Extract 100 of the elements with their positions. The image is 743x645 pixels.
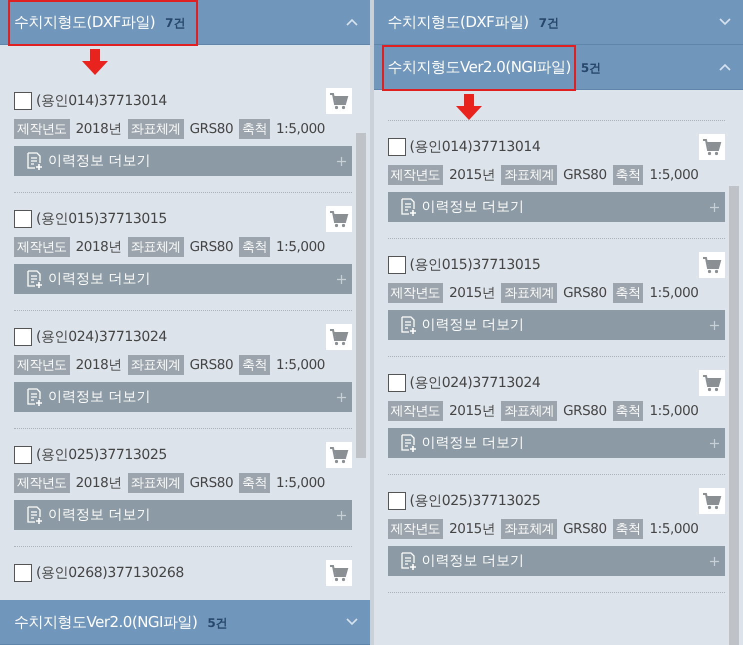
cart-button[interactable] — [326, 442, 352, 468]
document-icon — [400, 198, 416, 216]
history-more-button[interactable]: 이력정보 더보기 — [14, 500, 352, 530]
section-title: 수치지형도Ver2.0(NGI파일) — [14, 612, 198, 632]
meta-label: 제작년도 — [14, 473, 70, 493]
cart-button[interactable] — [326, 88, 352, 114]
checkbox[interactable] — [388, 492, 406, 510]
document-icon — [400, 316, 416, 334]
history-more-button[interactable]: 이력정보 더보기 — [388, 428, 725, 458]
section-title: 수치지형도(DXF파일) — [388, 12, 529, 32]
history-more-button[interactable]: 이력정보 더보기 — [14, 146, 352, 176]
checkbox[interactable] — [14, 92, 32, 110]
accordion-header[interactable]: 수치지형도(DXF파일) 7건 — [374, 0, 743, 45]
scrollbar[interactable] — [356, 133, 366, 458]
document-icon — [26, 388, 42, 406]
meta-value: GRS80 — [190, 475, 234, 491]
checkbox[interactable] — [14, 446, 32, 464]
plus-icon — [710, 556, 719, 566]
checkbox[interactable] — [388, 138, 406, 156]
item-title: (용인015)37713015 — [410, 256, 542, 274]
item-title: (용인025)37713025 — [410, 492, 542, 510]
section-title: 수치지형도(DXF파일) — [14, 12, 156, 32]
meta-value: GRS80 — [563, 403, 607, 419]
meta-value: 1:5,000 — [276, 357, 325, 373]
accordion-header[interactable]: 수치지형도Ver2.0(NGI파일) 5건 — [374, 45, 743, 90]
checkbox[interactable] — [14, 564, 32, 582]
history-more-button[interactable]: 이력정보 더보기 — [14, 382, 352, 412]
item-title: (용인025)37713025 — [36, 446, 168, 464]
accordion-header[interactable]: 수치지형도Ver2.0(NGI파일) 5건 — [0, 600, 370, 645]
cart-button[interactable] — [326, 206, 352, 232]
meta-label: 좌표체계 — [501, 165, 558, 185]
meta-label: 좌표체계 — [501, 283, 558, 303]
meta-label: 축척 — [239, 355, 270, 375]
meta-label: 제작년도 — [388, 283, 444, 303]
history-more-button[interactable]: 이력정보 더보기 — [14, 264, 352, 294]
cart-button[interactable] — [326, 324, 352, 350]
chevron-icon — [346, 618, 358, 626]
meta-label: 제작년도 — [388, 519, 444, 539]
cart-button[interactable] — [699, 370, 725, 396]
item-count: 7건 — [165, 14, 186, 32]
document-icon — [400, 434, 416, 452]
chevron-icon — [719, 18, 731, 26]
meta-value: 1:5,000 — [649, 403, 698, 419]
meta-value: 1:5,000 — [276, 121, 325, 137]
plus-icon — [710, 320, 719, 330]
meta-value: 2015년 — [449, 284, 496, 302]
cart-button[interactable] — [699, 488, 725, 514]
meta-value: 2018년 — [76, 474, 122, 492]
scrollbar[interactable] — [729, 186, 739, 645]
meta-label: 제작년도 — [14, 355, 70, 375]
meta-label: 좌표체계 — [501, 401, 558, 421]
meta-label: 좌표체계 — [128, 473, 184, 493]
meta-value: 2018년 — [76, 238, 122, 256]
document-icon — [26, 506, 42, 524]
meta-label: 축척 — [239, 237, 270, 257]
arrow-icon — [82, 49, 108, 75]
chevron-icon — [346, 18, 358, 26]
item-title: (용인014)37713014 — [410, 138, 542, 156]
history-more-button[interactable]: 이력정보 더보기 — [388, 546, 725, 576]
meta-label: 제작년도 — [388, 165, 444, 185]
chevron-icon — [719, 63, 731, 71]
history-more-button[interactable]: 이력정보 더보기 — [388, 310, 725, 340]
section-title: 수치지형도Ver2.0(NGI파일) — [388, 58, 571, 76]
item-title: (용인024)37713024 — [36, 328, 168, 346]
meta-label: 좌표체계 — [128, 355, 184, 375]
meta-label: 축척 — [612, 401, 644, 421]
checkbox[interactable] — [14, 210, 32, 228]
cart-button[interactable] — [699, 252, 725, 278]
cart-button[interactable] — [326, 560, 352, 586]
cart-button[interactable] — [699, 134, 725, 160]
history-more-button[interactable]: 이력정보 더보기 — [388, 192, 725, 222]
document-icon — [400, 552, 416, 570]
item-count: 5건 — [580, 60, 602, 76]
meta-label: 제작년도 — [388, 401, 444, 421]
item-title: (용인015)37713015 — [36, 210, 168, 228]
meta-value: 1:5,000 — [649, 167, 698, 183]
item-count: 7건 — [538, 14, 560, 32]
meta-value: GRS80 — [190, 121, 234, 137]
meta-label: 축척 — [612, 519, 644, 539]
meta-value: 2018년 — [76, 120, 122, 138]
plus-icon — [336, 274, 346, 284]
meta-value: 1:5,000 — [276, 475, 325, 491]
meta-value: 2015년 — [449, 520, 496, 538]
document-icon — [26, 152, 42, 170]
plus-icon — [710, 202, 719, 212]
accordion-header[interactable]: 수치지형도(DXF파일) 7건 — [0, 0, 370, 45]
meta-label: 축척 — [612, 283, 644, 303]
arrow-icon — [456, 94, 482, 120]
meta-label: 축척 — [239, 119, 270, 139]
meta-value: GRS80 — [190, 239, 234, 255]
meta-label: 좌표체계 — [501, 519, 558, 539]
meta-value: 2018년 — [76, 356, 122, 374]
item-title: (용인0268)377130268 — [36, 564, 185, 582]
checkbox[interactable] — [14, 328, 32, 346]
meta-label: 좌표체계 — [128, 119, 184, 139]
checkbox[interactable] — [388, 374, 406, 392]
checkbox[interactable] — [388, 256, 406, 274]
plus-icon — [710, 438, 719, 448]
meta-label: 좌표체계 — [128, 237, 184, 257]
meta-value: 2015년 — [449, 402, 496, 420]
